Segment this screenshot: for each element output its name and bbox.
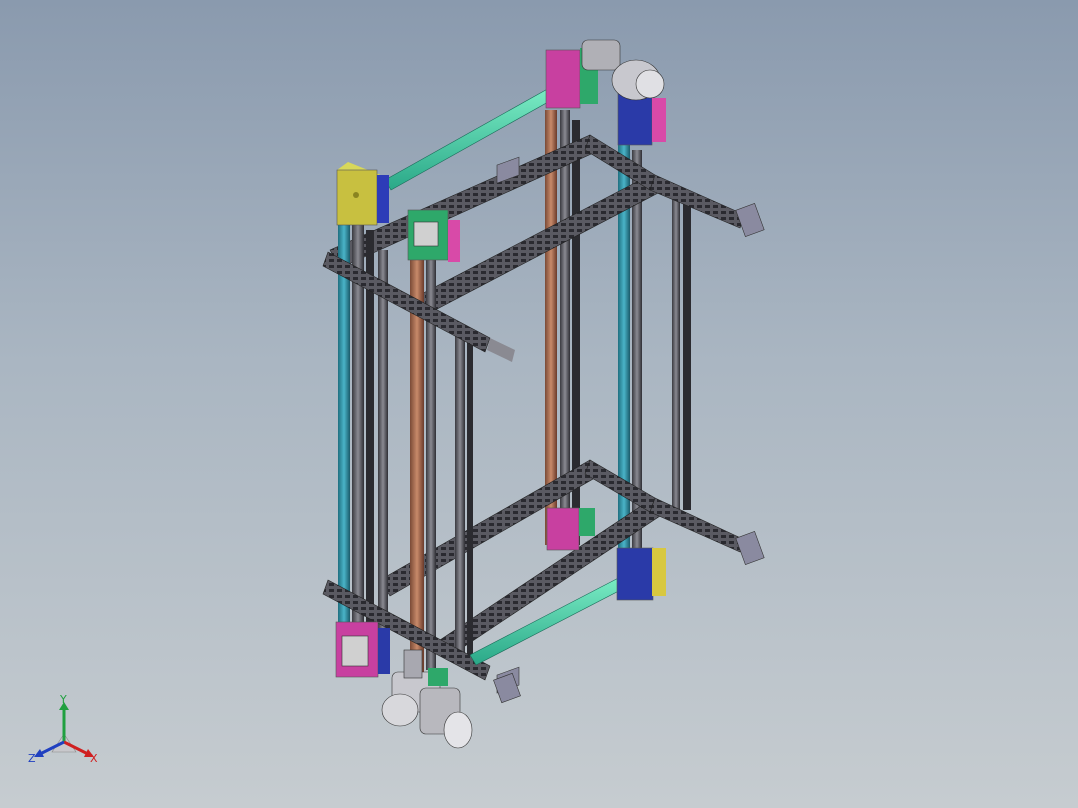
z-axis-label: Z [28, 752, 36, 765]
cad-model-view[interactable] [0, 0, 1078, 808]
3d-viewport[interactable]: Y X Z [0, 0, 1078, 808]
top-left-bearing-block [336, 162, 389, 226]
y-axis-label: Y [59, 694, 67, 706]
top-front-bearing-block [407, 209, 460, 262]
bottom-left-bearing-block [335, 621, 390, 678]
x-axis-label: X [90, 752, 98, 765]
orientation-triad[interactable]: Y X Z [22, 694, 106, 774]
